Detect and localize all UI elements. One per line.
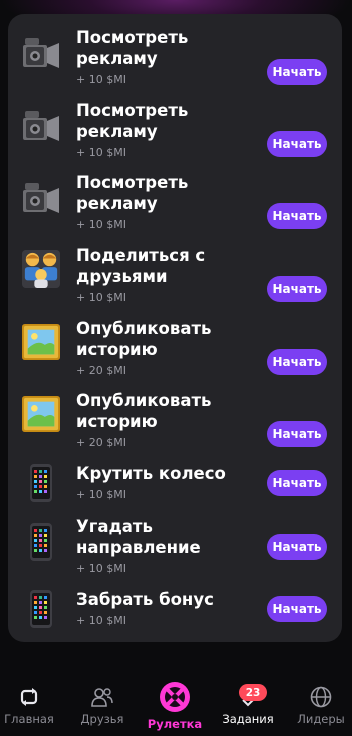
nav-label: Главная [4,712,54,726]
nav-label: Друзья [80,712,124,726]
mobile-phone-icon [22,590,60,628]
nav-item-friends[interactable]: Друзья [67,672,137,736]
friends-icon [89,684,115,710]
swap-icon [16,684,42,710]
start-button[interactable]: Начать [267,131,327,157]
nav-item-tasks[interactable]: 23 Задания [213,672,283,736]
task-reward: + 20 $MI [76,436,126,449]
task-reward: + 10 $MI [76,73,126,86]
task-title: Опубликовать историю [76,319,212,359]
task-title: Поделиться с друзьями [76,246,206,286]
mobile-phone-icon [22,523,60,561]
task-list-panel: Посмотреть рекламу + 10 $MI Начать Посмо… [8,14,342,642]
start-button[interactable]: Начать [267,421,327,447]
task-item: Опубликовать историю + 20 $MI Начать [8,319,342,377]
video-camera-icon [22,34,60,72]
start-button[interactable]: Начать [267,59,327,85]
task-reward: + 20 $MI [76,364,126,377]
task-title: Посмотреть рекламу [76,28,189,68]
start-button[interactable]: Начать [267,534,327,560]
task-item: Посмотреть рекламу + 10 $MI Начать [8,173,342,231]
task-title: Посмотреть рекламу [76,173,189,213]
task-title: Посмотреть рекламу [76,101,189,141]
globe-icon [308,684,334,710]
task-item: Крутить колесо + 10 $MI Начать [8,464,342,504]
task-reward: + 10 $MI [76,218,126,231]
task-title: Угадать направление [76,517,201,557]
nav-label: Задания [222,712,274,726]
framed-picture-icon [22,323,60,361]
start-button[interactable]: Начать [267,596,327,622]
start-button[interactable]: Начать [267,276,327,302]
mobile-phone-icon [22,464,60,502]
nav-item-leaders[interactable]: Лидеры [286,672,352,736]
task-item: Посмотреть рекламу + 10 $MI Начать [8,28,342,86]
task-title: Забрать бонус [76,590,214,609]
roulette-icon [159,681,191,713]
family-icon [22,250,60,288]
nav-item-roulette[interactable]: Рулетка [140,672,210,736]
tasks-badge: 23 [239,684,267,701]
task-reward: + 10 $MI [76,146,126,159]
task-reward: + 10 $MI [76,488,126,501]
task-item: Поделиться с друзьями + 10 $MI Начать [8,246,342,304]
task-item: Опубликовать историю + 20 $MI Начать [8,391,342,449]
task-reward: + 10 $MI [76,562,126,575]
framed-picture-icon [22,395,60,433]
nav-label: Рулетка [147,717,203,731]
nav-item-home[interactable]: Главная [0,672,64,736]
start-button[interactable]: Начать [267,203,327,229]
start-button[interactable]: Начать [267,349,327,375]
task-item: Угадать направление + 10 $MI Начать [8,517,342,575]
video-camera-icon [22,107,60,145]
bottom-nav: Главная Друзья Рулетка 23 Задания Лидеры [0,672,352,736]
video-camera-icon [22,179,60,217]
task-title: Крутить колесо [76,464,226,483]
task-item: Посмотреть рекламу + 10 $MI Начать [8,101,342,159]
task-title: Опубликовать историю [76,391,212,431]
nav-label: Лидеры [297,712,345,726]
start-button[interactable]: Начать [267,470,327,496]
task-reward: + 10 $MI [76,614,126,627]
task-item: Забрать бонус + 10 $MI Начать [8,590,342,630]
task-reward: + 10 $MI [76,291,126,304]
